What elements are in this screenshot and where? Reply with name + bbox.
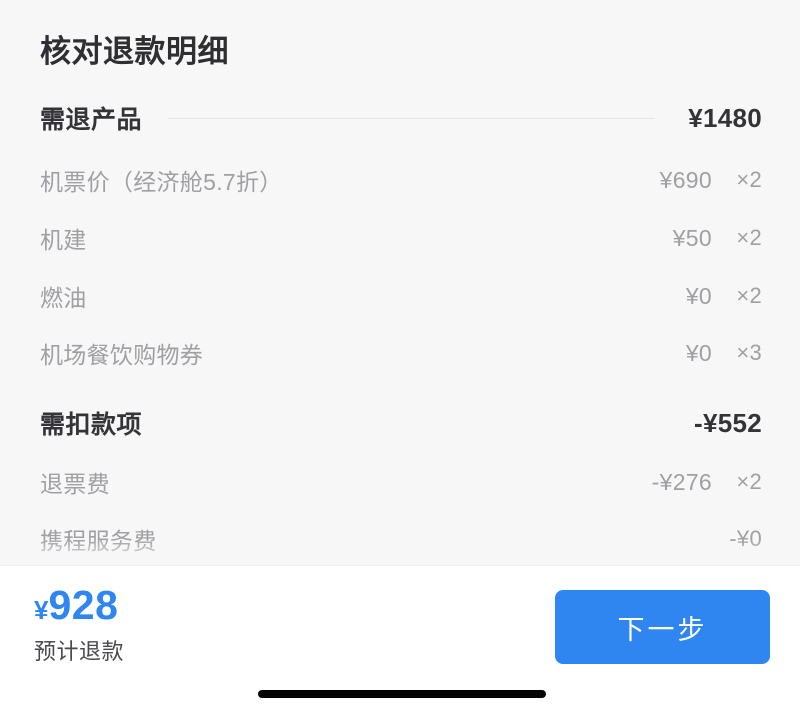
list-item: 机场餐饮购物券 ¥0 ×3 xyxy=(0,333,800,373)
section-amount-deductions: -¥552 xyxy=(694,407,762,438)
item-amount: ¥690 xyxy=(659,166,712,193)
item-label: 携程服务费 xyxy=(40,528,157,554)
item-amount: ¥0 xyxy=(685,339,712,366)
refund-summary: ¥ 928 预计退款 xyxy=(34,585,124,666)
item-label: 机场餐饮购物券 xyxy=(40,342,204,368)
item-amount: ¥0 xyxy=(685,282,712,309)
section-label-deductions: 需扣款项 xyxy=(40,411,143,439)
currency-symbol: ¥ xyxy=(34,595,49,625)
item-quantity: ×2 xyxy=(736,225,762,250)
item-label: 燃油 xyxy=(40,285,87,311)
section-header-refundable-products: 需退产品 ¥1480 xyxy=(0,98,800,138)
refund-detail-screen: 核对退款明细 需退产品 ¥1480 机票价（经济舱5.7折） ¥690 ×2 机… xyxy=(0,0,800,715)
item-label: 机建 xyxy=(40,227,87,253)
item-quantity: ×2 xyxy=(736,469,762,494)
refund-value: 928 xyxy=(48,582,119,628)
section-header-deductions: 需扣款项 -¥552 xyxy=(0,403,800,443)
list-item: 退票费 -¥276 ×2 xyxy=(0,462,800,502)
item-amount: ¥50 xyxy=(672,224,712,251)
item-quantity: ×2 xyxy=(736,167,762,192)
list-item: 携程服务费 -¥0 xyxy=(0,519,800,559)
page-title: 核对退款明细 xyxy=(40,34,229,69)
estimated-refund-amount: ¥ 928 xyxy=(34,585,118,626)
item-quantity: ×3 xyxy=(736,340,762,365)
section-amount-refundable-products: ¥1480 xyxy=(688,102,762,133)
item-amount: -¥0 xyxy=(729,526,762,551)
item-label: 机票价（经济舱5.7折） xyxy=(40,169,283,195)
section-label-refundable-products: 需退产品 xyxy=(40,106,143,134)
home-indicator[interactable] xyxy=(258,690,546,698)
refund-detail-scroll-area[interactable]: 核对退款明细 需退产品 ¥1480 机票价（经济舱5.7折） ¥690 ×2 机… xyxy=(0,0,800,565)
list-item: 机建 ¥50 ×2 xyxy=(0,218,800,258)
item-quantity: ×2 xyxy=(736,283,762,308)
section-divider-rule xyxy=(168,118,655,119)
list-item: 机票价（经济舱5.7折） ¥690 ×2 xyxy=(0,160,800,200)
refund-caption: 预计退款 xyxy=(34,639,125,664)
list-item: 燃油 ¥0 ×2 xyxy=(0,276,800,316)
next-step-button[interactable]: 下一步 xyxy=(555,590,770,664)
item-amount: -¥276 xyxy=(651,468,712,495)
item-label: 退票费 xyxy=(40,471,110,497)
